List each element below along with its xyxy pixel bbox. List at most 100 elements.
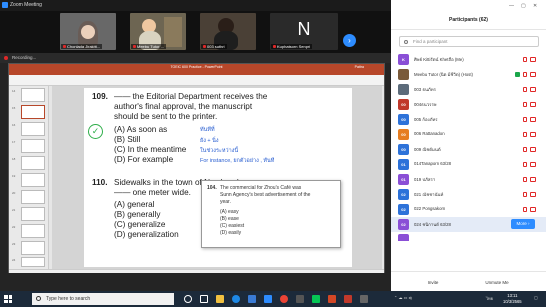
slide-thumbnail[interactable] xyxy=(21,207,45,221)
avatar: 00 xyxy=(398,129,409,140)
slide-thumbnail[interactable] xyxy=(21,139,45,153)
answer-option: (B) generally xyxy=(114,210,161,219)
video-off-icon xyxy=(530,117,536,122)
recording-label: Recording... xyxy=(12,55,37,60)
video-tile[interactable]: 003 suthri xyxy=(200,13,256,50)
zoom-logo-icon xyxy=(2,2,8,8)
app-icon[interactable] xyxy=(296,295,304,303)
muted-mic-icon xyxy=(523,132,527,137)
muted-mic-icon xyxy=(523,57,527,62)
participant-row[interactable]: 02 024 ชนิกานต์ 63/28 More › xyxy=(391,217,546,232)
task-view-icon[interactable] xyxy=(200,295,208,303)
tray-icons[interactable]: ⌃ ☁ ▭ ◂) xyxy=(394,295,412,300)
file-explorer-icon[interactable] xyxy=(216,295,224,303)
avatar xyxy=(398,84,409,95)
ppt-status-bar xyxy=(9,269,384,273)
question-popup[interactable]: 104. The commercial for Zhou's Café was … xyxy=(201,180,341,248)
handwritten-note: For instance, ยกตัวอย่าง , ทันที xyxy=(200,158,275,164)
muted-mic-icon xyxy=(523,87,527,92)
participant-row[interactable]: 01 014Tanaporn 63/28 xyxy=(391,157,546,172)
minimize-icon[interactable]: — xyxy=(509,3,514,9)
language-indicator[interactable]: ไทย xyxy=(486,295,493,302)
video-tile[interactable]: N Kuphatsorn Senpri xyxy=(270,13,338,50)
slide-thumbnail[interactable] xyxy=(21,105,45,119)
answer-option: (D) For example xyxy=(114,155,174,164)
slide-thumbnail[interactable] xyxy=(21,122,45,136)
tile-name: Chonlada Jirakitt... xyxy=(61,44,103,49)
shared-screen-powerpoint: TOEIC 600 Practice - PowerPoint Pattra F… xyxy=(8,63,385,273)
current-slide: 109. —— the Editorial Department receive… xyxy=(84,88,352,267)
participant-row[interactable]: 01 019 ปภัสรา xyxy=(391,172,546,187)
powerpoint-icon[interactable] xyxy=(328,295,336,303)
participant-row[interactable]: 00 006 Rattanadon xyxy=(391,127,546,142)
participant-row[interactable]: Meebu Tutor (นิต มีชีวิต) (Host) xyxy=(391,67,546,82)
participant-row[interactable]: 003 ธนภัทร xyxy=(391,82,546,97)
notification-icon[interactable]: ▢ xyxy=(534,295,538,300)
avatar: 00 xyxy=(398,99,409,110)
answer-option: (B) Still xyxy=(114,135,141,144)
app-icon[interactable] xyxy=(344,295,352,303)
line-icon[interactable] xyxy=(312,295,320,303)
taskbar-clock[interactable]: 13:11 10/3/2565 xyxy=(503,293,522,304)
video-off-icon xyxy=(530,147,536,152)
participant-row[interactable]: 00 005 ก้องภัทร xyxy=(391,112,546,127)
more-button[interactable]: More › xyxy=(511,219,535,229)
maximize-icon[interactable]: ▢ xyxy=(521,3,526,9)
muted-mic-icon xyxy=(273,45,276,48)
edge-icon[interactable] xyxy=(232,295,240,303)
search-icon xyxy=(404,40,408,44)
muted-mic-icon xyxy=(523,177,527,182)
handwritten-note: ทันทีที่ xyxy=(200,127,215,133)
muted-mic-icon xyxy=(133,45,136,48)
participant-name: ศิษย์ Kittiรัตน์ Khetถือ (Me) xyxy=(414,57,464,62)
unmute-me-button[interactable]: Unmute Me xyxy=(477,278,517,287)
recording-indicator: Recording... xyxy=(0,53,391,63)
invite-button[interactable]: Invite xyxy=(421,278,445,287)
taskbar-search-input[interactable]: Type here to search xyxy=(32,293,174,305)
video-tile[interactable]: Meebu Tutor ... xyxy=(130,13,186,50)
windows-start-icon[interactable] xyxy=(4,295,12,303)
close-icon[interactable]: ✕ xyxy=(533,3,537,9)
title-bar: Zoom Meeting xyxy=(0,0,391,11)
tile-name: Meebu Tutor ... xyxy=(131,44,166,49)
cortana-icon[interactable] xyxy=(184,295,192,303)
participant-row[interactable] xyxy=(391,232,546,241)
windows-taskbar: Type here to search ⌃ ☁ ▭ ◂) ไทย 13:11 1… xyxy=(0,291,546,307)
participant-row[interactable]: 02 022 Pongsakorn xyxy=(391,202,546,217)
app-icon[interactable] xyxy=(360,295,368,303)
slide-thumbnail[interactable] xyxy=(21,241,45,255)
video-off-icon xyxy=(530,192,536,197)
tile-name: Kuphatsorn Senpri xyxy=(271,44,313,49)
zoom-taskbar-icon[interactable] xyxy=(264,295,272,303)
participant-name: 019 ปภัสรา xyxy=(414,177,436,182)
participant-search-input[interactable]: Find a participant xyxy=(399,36,539,47)
slide-thumbnails: 14 15 16 17 18 19 20 21 22 23 24 xyxy=(9,86,49,269)
ppt-ribbon xyxy=(9,75,384,86)
record-dot-icon xyxy=(4,56,8,60)
participant-row[interactable]: 00 009 ณิชต์มนต์ xyxy=(391,142,546,157)
slide-thumbnail[interactable] xyxy=(21,224,45,238)
participant-row[interactable]: 02 021 ณัชชานันท์ xyxy=(391,187,546,202)
slide-thumbnail[interactable] xyxy=(21,190,45,204)
answer-option: (A) general xyxy=(114,200,155,209)
participant-name: 024 ชนิกานต์ 63/28 xyxy=(414,222,451,227)
panel-footer: Invite Unmute Me xyxy=(391,271,546,291)
slide-thumbnail[interactable] xyxy=(21,257,45,267)
question-number: 109. xyxy=(92,92,108,101)
store-icon[interactable] xyxy=(248,295,256,303)
participant-row[interactable]: K ศิษย์ Kittiรัตน์ Khetถือ (Me) xyxy=(391,52,546,67)
slide-thumbnail[interactable] xyxy=(21,156,45,170)
avatar: 00 xyxy=(398,144,409,155)
video-off-icon xyxy=(530,177,536,182)
slide-thumbnail[interactable] xyxy=(21,173,45,187)
video-tile[interactable]: Chonlada Jirakitt... xyxy=(60,13,116,50)
participants-title: Participants (62) xyxy=(449,17,488,23)
muted-mic-icon xyxy=(523,147,527,152)
participant-row[interactable]: 00 004ธนวรรษ xyxy=(391,97,546,112)
video-gallery: Chonlada Jirakitt... Meebu Tutor ... 003… xyxy=(0,11,391,53)
avatar: 01 xyxy=(398,174,409,185)
chrome-icon[interactable] xyxy=(280,295,288,303)
next-page-button[interactable]: › xyxy=(343,34,356,47)
slide-thumbnail[interactable] xyxy=(21,88,45,102)
muted-mic-icon xyxy=(523,207,527,212)
